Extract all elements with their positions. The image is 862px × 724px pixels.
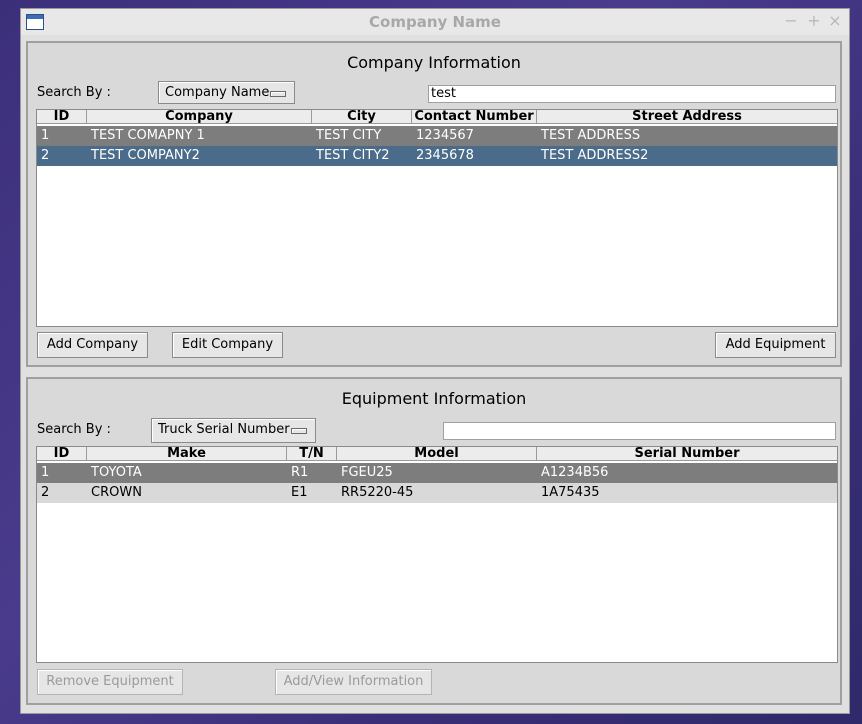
cell-city: TEST CITY [316,128,382,143]
company-information-panel: Company Information Search By : Company … [26,41,842,367]
cell-street-address: TEST ADDRESS [541,128,641,143]
close-icon[interactable]: × [827,11,843,31]
company-table: ID Company City Contact Number Street Ad… [36,109,838,327]
equipment-search-label: Search By : [37,422,111,437]
title-bar[interactable]: Company Name − + × [21,9,849,35]
column-header-company[interactable]: Company [87,110,312,124]
cell-id: 1 [41,128,50,143]
column-header-serial-number[interactable]: Serial Number [537,447,837,461]
app-window: Company Name − + × Company Information S… [20,8,850,714]
cell-id: 2 [41,148,50,163]
window-title: Company Name [369,13,501,31]
company-search-label: Search By : [37,85,111,100]
cell-make: TOYOTA [91,465,142,480]
cell-serial-number: 1A75435 [541,485,600,500]
column-header-city[interactable]: City [312,110,412,124]
edit-company-button[interactable]: Edit Company [172,332,283,358]
add-equipment-button[interactable]: Add Equipment [715,332,836,358]
table-row[interactable]: 1 TEST COMAPNY 1 TEST CITY 1234567 TEST … [37,126,837,146]
cell-contact-number: 2345678 [416,148,474,163]
cell-contact-number: 1234567 [416,128,474,143]
cell-id: 2 [41,485,50,500]
add-view-information-button[interactable]: Add/View Information [275,669,432,695]
cell-company: TEST COMAPNY 1 [91,128,205,143]
cell-model: FGEU25 [341,465,393,480]
cell-id: 1 [41,465,50,480]
add-company-button[interactable]: Add Company [37,332,148,358]
equipment-table-header: ID Make T/N Model Serial Number [37,447,837,461]
equipment-panel-title: Equipment Information [341,389,527,408]
remove-equipment-button[interactable]: Remove Equipment [37,669,183,695]
cell-tn: R1 [291,465,309,480]
cell-make: CROWN [91,485,142,500]
company-search-by-dropdown[interactable]: Company Name [158,81,295,104]
table-row[interactable]: 2 TEST COMPANY2 TEST CITY2 2345678 TEST … [37,146,837,166]
column-header-make[interactable]: Make [87,447,287,461]
cell-model: RR5220-45 [341,485,414,500]
column-header-model[interactable]: Model [337,447,537,461]
minimize-icon[interactable]: − [783,11,799,31]
column-header-tn[interactable]: T/N [287,447,337,461]
company-search-input[interactable]: test [428,85,836,103]
company-table-header: ID Company City Contact Number Street Ad… [37,110,837,124]
column-header-contact-number[interactable]: Contact Number [412,110,537,124]
equipment-search-by-dropdown[interactable]: Truck Serial Number [151,418,316,443]
table-row[interactable]: 2 CROWN E1 RR5220-45 1A75435 [37,483,837,503]
equipment-information-panel: Equipment Information Search By : Truck … [26,377,842,705]
column-header-id[interactable]: ID [37,110,87,124]
equipment-table: ID Make T/N Model Serial Number 1 TOYOTA… [36,446,838,663]
table-row[interactable]: 1 TOYOTA R1 FGEU25 A1234B56 [37,463,837,483]
company-panel-title: Company Information [347,53,521,72]
cell-company: TEST COMPANY2 [91,148,200,163]
column-header-id[interactable]: ID [37,447,87,461]
column-header-street-address[interactable]: Street Address [537,110,837,124]
maximize-icon[interactable]: + [806,11,822,31]
cell-street-address: TEST ADDRESS2 [541,148,649,163]
cell-tn: E1 [291,485,308,500]
company-search-by-value: Company Name [165,85,270,100]
cell-city: TEST CITY2 [316,148,390,163]
dropdown-arrow-icon [270,91,286,97]
dropdown-arrow-icon [291,428,307,434]
cell-serial-number: A1234B56 [541,465,609,480]
equipment-search-input[interactable] [443,422,836,440]
equipment-search-by-value: Truck Serial Number [158,422,290,437]
